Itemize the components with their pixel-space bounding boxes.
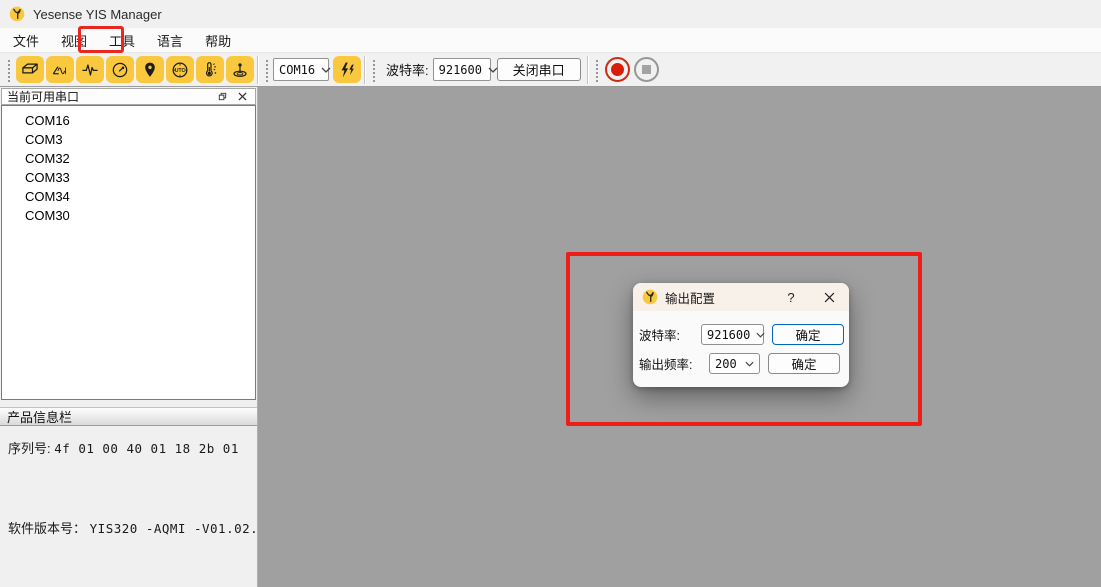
cube-3d-icon (20, 60, 40, 80)
angle-waveform-icon (50, 60, 70, 80)
workspace: 输出配置 ? 波特率: 921600 (258, 87, 1101, 587)
toolbar-separator (587, 56, 589, 84)
port-select-value: COM16 (279, 63, 315, 77)
port-list-item[interactable]: COM33 (2, 168, 255, 187)
dialog-title-bar: 输出配置 ? (633, 283, 849, 311)
dialog-rate-label: 输出频率: (639, 354, 701, 373)
dialog-rate-row: 输出频率: 200 确定 (639, 353, 840, 374)
float-window-icon (217, 91, 228, 102)
baud-rate-label: 波特率: (386, 60, 429, 79)
close-panel-button[interactable] (234, 90, 250, 104)
app-logo-icon (642, 289, 658, 305)
gauge-button[interactable] (106, 56, 134, 83)
port-list-item[interactable]: COM30 (2, 206, 255, 225)
menu-bar: 文件 视图 工具 语言 帮助 (0, 28, 1101, 53)
record-icon (611, 63, 624, 76)
dialog-rate-select[interactable]: 200 (709, 353, 760, 374)
app-logo-icon (9, 6, 25, 22)
dialog-baud-label: 波特率: (639, 325, 701, 344)
close-serial-port-button[interactable]: 关闭串口 (497, 58, 581, 81)
refresh-ports-button[interactable] (333, 56, 361, 83)
close-icon (824, 292, 835, 303)
ports-panel-title: 当前可用串口 (7, 88, 79, 105)
software-version-label: 软件版本号： (8, 521, 86, 536)
utc-clock-button[interactable]: UTC (166, 56, 194, 83)
toolbar-grip[interactable] (371, 58, 377, 82)
port-list-item[interactable]: COM32 (2, 149, 255, 168)
dialog-title: 输出配置 (665, 288, 780, 307)
product-info-title: 产品信息栏 (7, 407, 72, 426)
serial-number-row: 序列号: 4f 01 00 40 01 18 2b 01 (8, 438, 239, 457)
flash-icon (337, 60, 357, 80)
angle-waveform-button[interactable] (46, 56, 74, 83)
dialog-baud-value: 921600 (707, 328, 750, 342)
menu-tools[interactable]: 工具 (98, 28, 146, 52)
toolbar-separator (364, 56, 366, 84)
menu-view[interactable]: 视图 (50, 28, 98, 52)
port-list-item[interactable]: COM34 (2, 187, 255, 206)
toolbar-grip[interactable] (264, 58, 270, 82)
location-button[interactable] (136, 56, 164, 83)
attitude-level-icon (230, 60, 250, 80)
location-pin-icon (140, 60, 160, 80)
utc-clock-icon: UTC (170, 60, 190, 80)
pulse-waveform-icon (80, 60, 100, 80)
pulse-waveform-button[interactable] (76, 56, 104, 83)
dialog-baud-row: 波特率: 921600 确定 (639, 324, 840, 345)
software-version-value: YIS320 -AQMI -V01.02.03; (90, 521, 283, 536)
port-list-item[interactable]: COM16 (2, 111, 255, 130)
chevron-down-icon (745, 361, 754, 367)
close-icon (238, 92, 247, 101)
ports-panel-header: 当前可用串口 (1, 88, 256, 105)
chevron-down-icon (756, 332, 765, 338)
attitude-level-button[interactable] (226, 56, 254, 83)
dialog-rate-value: 200 (715, 357, 737, 371)
cube-3d-button[interactable] (16, 56, 44, 83)
chevron-down-icon (321, 67, 331, 73)
product-info-header: 产品信息栏 (0, 407, 257, 426)
left-panel: 当前可用串口 COM16 COM3 COM32 COM33 (0, 87, 258, 587)
title-bar: Yesense YIS Manager (0, 0, 1101, 28)
record-button[interactable] (605, 57, 630, 82)
toolbar-grip[interactable] (594, 58, 600, 82)
output-config-dialog: 输出配置 ? 波特率: 921600 (633, 283, 849, 387)
serial-number-value: 4f 01 00 40 01 18 2b 01 (54, 441, 239, 456)
ports-list: COM16 COM3 COM32 COM33 COM34 COM30 (1, 105, 256, 400)
dialog-close-button[interactable] (818, 292, 840, 303)
float-panel-button[interactable] (214, 90, 230, 104)
gauge-icon (110, 60, 130, 80)
svg-text:UTC: UTC (175, 67, 186, 73)
toolbar-separator (257, 56, 259, 84)
window-title: Yesense YIS Manager (33, 7, 162, 22)
menu-help[interactable]: 帮助 (194, 28, 242, 52)
port-select[interactable]: COM16 (273, 58, 329, 81)
menu-file[interactable]: 文件 (2, 28, 50, 52)
menu-language[interactable]: 语言 (146, 28, 194, 52)
toolbar: UTC COM16 (0, 53, 1101, 87)
baud-rate-value: 921600 (439, 63, 482, 77)
app-window: Yesense YIS Manager 文件 视图 工具 语言 帮助 (0, 0, 1101, 587)
port-list-item[interactable]: COM3 (2, 130, 255, 149)
stop-button[interactable] (634, 57, 659, 82)
stop-icon (642, 65, 651, 74)
dialog-rate-confirm-button[interactable]: 确定 (768, 353, 840, 374)
dialog-baud-confirm-button[interactable]: 确定 (772, 324, 844, 345)
software-version-row: 软件版本号： YIS320 -AQMI -V01.02.03; (8, 518, 282, 537)
thermometer-button[interactable] (196, 56, 224, 83)
baud-rate-select[interactable]: 921600 (433, 58, 491, 81)
dialog-body: 波特率: 921600 确定 输出频率: 200 (633, 311, 849, 374)
serial-number-label: 序列号: (8, 441, 51, 456)
toolbar-grip[interactable] (6, 58, 12, 82)
window-body: 当前可用串口 COM16 COM3 COM32 COM33 (0, 87, 1101, 587)
dialog-help-button[interactable]: ? (780, 290, 802, 305)
thermometer-icon (200, 60, 220, 80)
dialog-baud-select[interactable]: 921600 (701, 324, 764, 345)
